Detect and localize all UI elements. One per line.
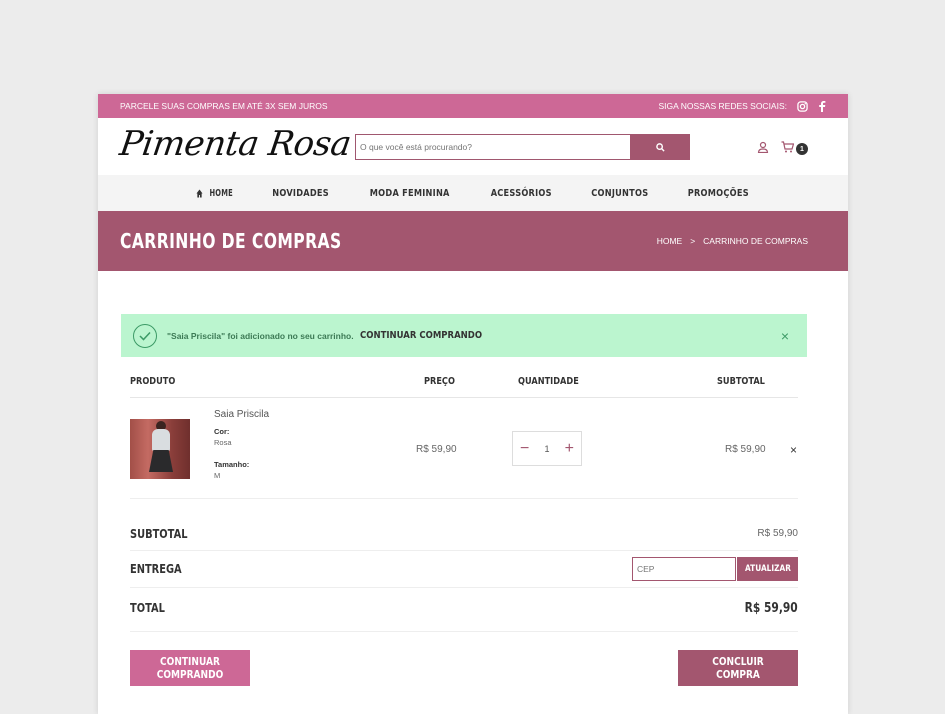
search-bar (355, 134, 690, 160)
continue-shopping-button[interactable]: CONTINUAR COMPRANDO (130, 650, 250, 686)
page-banner: CARRINHO DE COMPRAS HOME > CARRINHO DE C… (98, 211, 848, 271)
increase-quantity-button[interactable]: + (565, 440, 574, 457)
breadcrumb-separator: > (690, 236, 696, 246)
notice-message: "Saia Priscila" foi adicionado no seu ca… (167, 330, 354, 341)
attr-size-label: Tamanho: (214, 460, 250, 469)
attr-color-label: Cor: (214, 427, 230, 436)
decrease-quantity-button[interactable]: − (520, 440, 529, 457)
home-icon (196, 189, 203, 198)
nav-label-home: HOME (209, 187, 233, 199)
search-icon (655, 140, 665, 155)
search-input[interactable] (355, 134, 630, 160)
instagram-icon[interactable] (797, 100, 808, 112)
product-attr-size: Tamanho: M (214, 459, 249, 481)
table-row: Saia Priscila Cor: Rosa Tamanho: M R$ 59… (130, 399, 798, 499)
nav-item-moda-feminina[interactable]: MODA FEMININA (370, 188, 450, 199)
checkout-button[interactable]: CONCLUIR COMPRA (678, 650, 798, 686)
product-attr-color: Cor: Rosa (214, 426, 232, 448)
page: PARCELE SUAS COMPRAS EM ATÉ 3X SEM JUROS… (98, 94, 848, 714)
facebook-icon[interactable] (818, 100, 826, 112)
subtotal-value: R$ 59,90 (757, 528, 798, 539)
update-shipping-label: ATUALIZAR (744, 564, 791, 574)
main-nav: HOME NOVIDADES MODA FEMININA ACESSÓRIOS … (98, 175, 848, 211)
header-subtotal: SUBTOTAL (717, 376, 765, 387)
header-product: PRODUTO (130, 376, 176, 387)
total-row: TOTAL R$ 59,90 (130, 588, 798, 632)
item-price: R$ 59,90 (416, 444, 457, 455)
top-bar: PARCELE SUAS COMPRAS EM ATÉ 3X SEM JUROS… (98, 94, 848, 118)
success-notice: "Saia Priscila" foi adicionado no seu ca… (121, 314, 807, 357)
attr-size-value: M (214, 471, 221, 480)
close-icon[interactable]: × (781, 328, 789, 344)
breadcrumb-home[interactable]: HOME (657, 236, 683, 246)
header-price: PREÇO (424, 376, 455, 387)
cep-input[interactable] (632, 557, 736, 581)
checkout-label: CONCLUIR COMPRA (712, 655, 764, 681)
item-subtotal: R$ 59,90 (725, 444, 766, 455)
nav-item-home[interactable]: HOME (195, 188, 235, 199)
account-icon[interactable] (757, 140, 769, 158)
cart-count-badge: 1 (796, 143, 808, 155)
search-button[interactable] (630, 134, 690, 160)
breadcrumb: HOME > CARRINHO DE COMPRAS (657, 236, 808, 246)
page-title: CARRINHO DE COMPRAS (120, 229, 342, 253)
total-label: TOTAL (130, 601, 165, 615)
promo-text: PARCELE SUAS COMPRAS EM ATÉ 3X SEM JUROS (120, 101, 328, 111)
continue-shopping-label: CONTINUAR COMPRANDO (156, 655, 224, 681)
nav-item-novidades[interactable]: NOVIDADES (272, 188, 329, 199)
attr-color-value: Rosa (214, 438, 232, 447)
breadcrumb-current: CARRINHO DE COMPRAS (703, 236, 808, 246)
total-value: R$ 59,90 (744, 601, 798, 616)
social-label: SIGA NOSSAS REDES SOCIAIS: (658, 101, 787, 111)
nav-item-acessorios[interactable]: ACESSÓRIOS (491, 188, 552, 199)
subtotal-label: SUBTOTAL (130, 527, 188, 541)
shipping-row: ENTREGA ATUALIZAR (130, 551, 798, 588)
product-image[interactable] (130, 419, 190, 479)
subtotal-row: SUBTOTAL R$ 59,90 (130, 524, 798, 551)
header: Pimenta Rosa 1 (98, 118, 848, 175)
quantity-stepper: − 1 + (512, 431, 582, 466)
logo[interactable]: Pimenta Rosa (117, 124, 353, 164)
check-circle-icon (133, 323, 157, 348)
nav-item-conjuntos[interactable]: CONJUNTOS (591, 188, 648, 199)
shipping-label: ENTREGA (130, 562, 182, 576)
quantity-value[interactable]: 1 (544, 444, 549, 454)
cart-button[interactable]: 1 (781, 140, 808, 158)
header-quantity: QUANTIDADE (518, 376, 579, 387)
cart-table-header: PRODUTO PREÇO QUANTIDADE SUBTOTAL (130, 376, 798, 398)
nav-item-promocoes[interactable]: PROMOÇÕES (687, 188, 748, 199)
update-shipping-button[interactable]: ATUALIZAR (737, 557, 798, 581)
product-name[interactable]: Saia Priscila (214, 409, 269, 420)
remove-item-icon[interactable]: × (790, 443, 797, 457)
notice-continue-link[interactable]: CONTINUAR COMPRANDO (360, 330, 482, 341)
cart-icon (781, 140, 795, 158)
